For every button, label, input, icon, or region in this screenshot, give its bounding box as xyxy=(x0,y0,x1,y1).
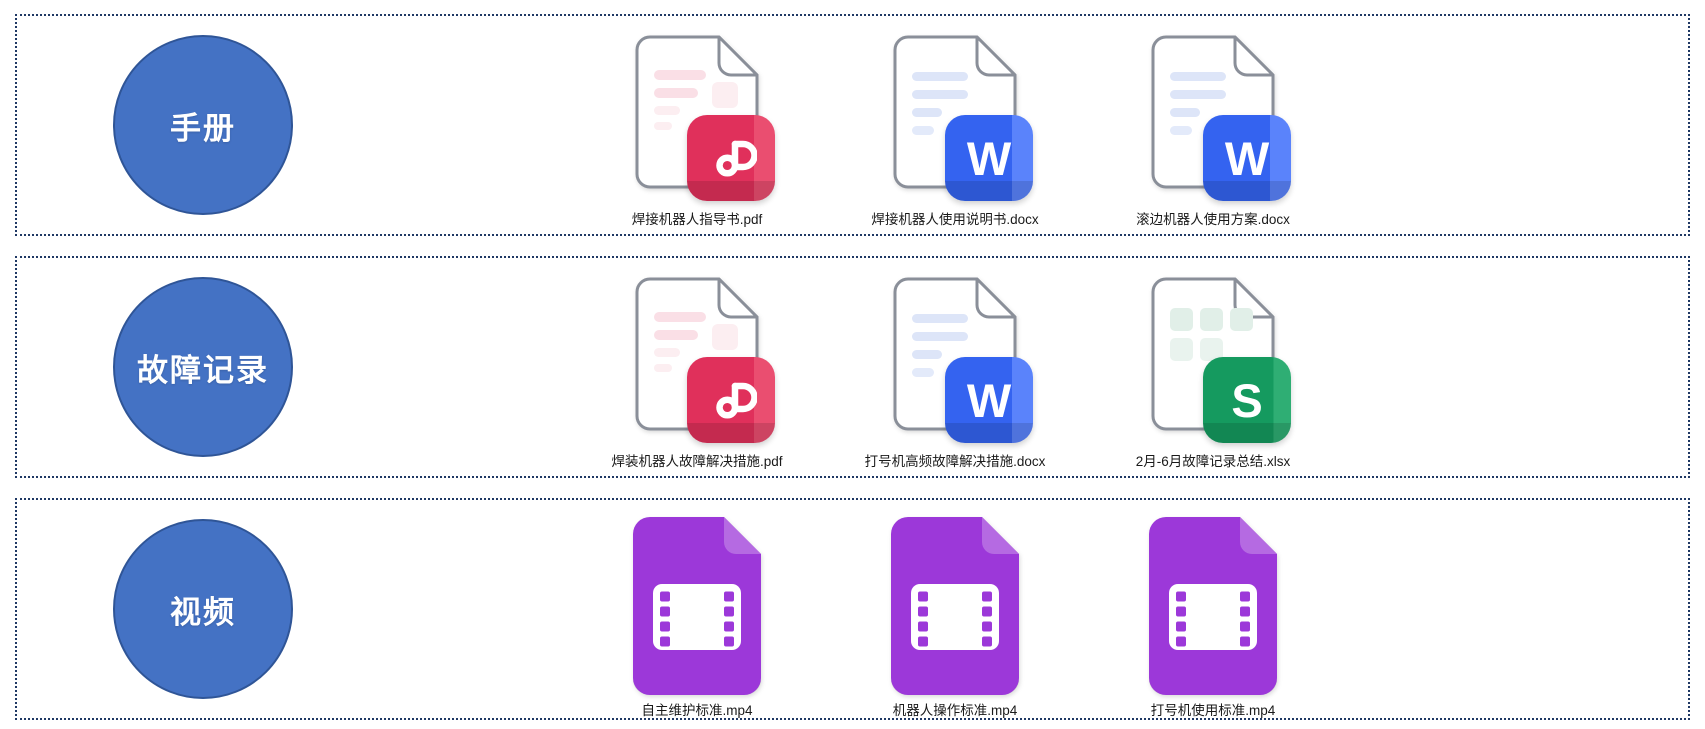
file-row-videos: 自主维护标准.mp4 机器人操作标准.mp4 打号机使用标准.mp4 xyxy=(577,500,1333,718)
file-item[interactable]: W 打号机高频故障解决措施.docx xyxy=(835,258,1075,476)
file-item[interactable]: S 2月-6月故障记录总结.xlsx xyxy=(1093,258,1333,476)
section-fault-records: 故障记录 焊装机器人故障解决措施.pdf xyxy=(15,256,1690,478)
category-circle-manual: 手册 xyxy=(113,35,293,215)
category-label: 手册 xyxy=(170,103,236,148)
filmstrip-icon xyxy=(632,516,762,696)
pdf-p-glyph-icon xyxy=(705,374,757,426)
file-board: 手册 焊接机器人指导书.pdf xyxy=(0,0,1705,720)
file-name: 自主维护标准.mp4 xyxy=(641,699,752,719)
file-name: 打号机使用标准.mp4 xyxy=(1151,699,1276,719)
word-badge-icon: W xyxy=(1203,115,1291,201)
file-name: 焊装机器人故障解决措施.pdf xyxy=(611,450,782,470)
filmstrip-icon xyxy=(890,516,1020,696)
category-circle-videos: 视频 xyxy=(113,519,293,699)
word-file-icon[interactable]: W xyxy=(1150,34,1276,190)
file-name: 打号机高频故障解决措施.docx xyxy=(865,450,1046,470)
file-name: 焊接机器人指导书.pdf xyxy=(632,208,763,228)
word-file-icon[interactable]: W xyxy=(892,34,1018,190)
file-row-fault-records: 焊装机器人故障解决措施.pdf W 打号机高频故障解决措施.docx xyxy=(577,258,1333,476)
file-item[interactable]: 机器人操作标准.mp4 xyxy=(835,500,1075,718)
video-file-icon[interactable] xyxy=(890,516,1020,696)
section-manual: 手册 焊接机器人指导书.pdf xyxy=(15,14,1690,236)
file-name: 焊接机器人使用说明书.docx xyxy=(871,208,1038,228)
file-item[interactable]: W 焊接机器人使用说明书.docx xyxy=(835,16,1075,234)
word-badge-icon: W xyxy=(945,115,1033,201)
video-file-icon[interactable] xyxy=(632,516,762,696)
pdf-file-icon[interactable] xyxy=(634,34,760,190)
section-videos: 视频 自主维护标准.mp4 机器人操作标准.mp4 xyxy=(15,498,1690,720)
word-file-icon[interactable]: W xyxy=(892,276,1018,432)
category-label: 故障记录 xyxy=(137,345,269,390)
spreadsheet-file-icon[interactable]: S xyxy=(1150,276,1276,432)
category-circle-fault-records: 故障记录 xyxy=(113,277,293,457)
pdf-badge-icon xyxy=(687,357,775,443)
file-item[interactable]: W 滚边机器人使用方案.docx xyxy=(1093,16,1333,234)
file-item[interactable]: 自主维护标准.mp4 xyxy=(577,500,817,718)
pdf-file-icon[interactable] xyxy=(634,276,760,432)
file-item[interactable]: 焊接机器人指导书.pdf xyxy=(577,16,817,234)
file-name: 机器人操作标准.mp4 xyxy=(893,699,1018,719)
badge-letter: W xyxy=(967,135,1011,182)
file-item[interactable]: 打号机使用标准.mp4 xyxy=(1093,500,1333,718)
pdf-badge-icon xyxy=(687,115,775,201)
filmstrip-icon xyxy=(1148,516,1278,696)
badge-letter: W xyxy=(967,377,1011,424)
video-file-icon[interactable] xyxy=(1148,516,1278,696)
spreadsheet-badge-icon: S xyxy=(1203,357,1291,443)
file-name: 滚边机器人使用方案.docx xyxy=(1136,208,1290,228)
file-row-manual: 焊接机器人指导书.pdf W 焊接机器人使用说明书.docx xyxy=(577,16,1333,234)
file-name: 2月-6月故障记录总结.xlsx xyxy=(1136,450,1291,470)
file-item[interactable]: 焊装机器人故障解决措施.pdf xyxy=(577,258,817,476)
category-label: 视频 xyxy=(170,587,236,632)
badge-letter: S xyxy=(1231,377,1262,424)
word-badge-icon: W xyxy=(945,357,1033,443)
pdf-p-glyph-icon xyxy=(705,132,757,184)
badge-letter: W xyxy=(1225,135,1269,182)
